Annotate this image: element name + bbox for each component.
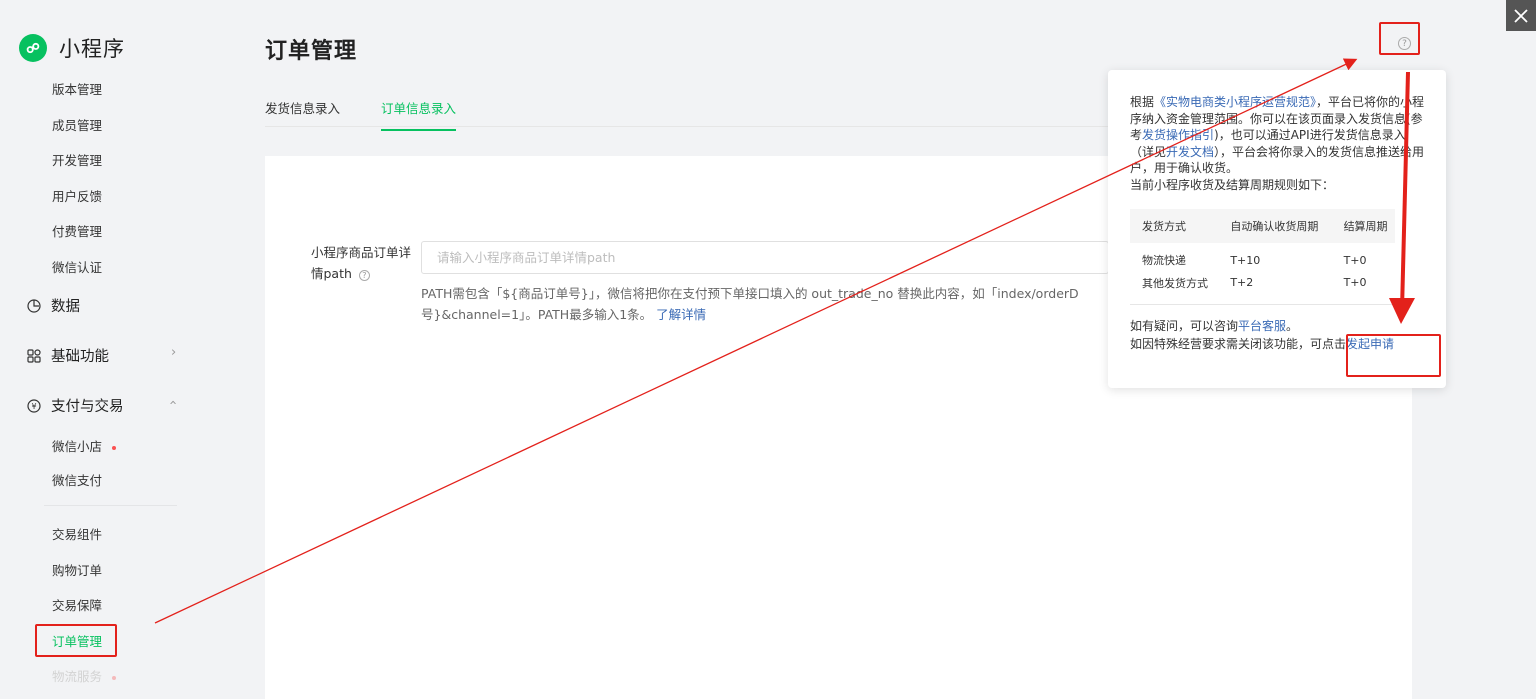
- hint-line: 号}&channel=1」。PATH最多输入1条。 了解详情: [421, 304, 1111, 325]
- chevron-up-icon: ›: [166, 399, 182, 406]
- customer-service-link[interactable]: 平台客服: [1238, 319, 1286, 333]
- tab-order-info[interactable]: 订单信息录入: [381, 98, 457, 131]
- text: 。: [1286, 319, 1299, 333]
- footer-line: 如有疑问，可以咨询平台客服。: [1130, 317, 1426, 335]
- clock-chart-icon: [26, 298, 42, 314]
- table-header: 发货方式: [1142, 220, 1186, 233]
- red-dot-badge: [112, 445, 117, 450]
- help-icon[interactable]: ?: [358, 270, 370, 281]
- hint-text: 号}&channel=1」。PATH最多输入1条。: [421, 307, 653, 322]
- sidebar-item-label: 物流服务: [52, 669, 103, 684]
- table-cell: T+0: [1343, 276, 1367, 289]
- yen-circle-icon: ¥: [26, 398, 42, 414]
- popover-divider: [1130, 304, 1395, 305]
- sidebar-item-label: 微信小店: [52, 439, 103, 454]
- close-icon[interactable]: [1506, 0, 1536, 31]
- chevron-right-icon: ›: [171, 345, 177, 360]
- shipping-guide-link[interactable]: 发货操作指引: [1142, 128, 1214, 142]
- operation-rules-link[interactable]: 《实物电商类小程序运营规范》: [1154, 95, 1316, 109]
- table-cell: T+10: [1230, 253, 1261, 267]
- sidebar-item-logistics[interactable]: 物流服务: [52, 666, 117, 685]
- order-path-label: 小程序商品订单详情path ?: [311, 242, 411, 284]
- sidebar-item-wechat-auth[interactable]: 微信认证: [52, 257, 102, 276]
- table-cell: 其他发货方式: [1142, 276, 1208, 290]
- text: 如因特殊经营要求需关闭该功能，可点击: [1130, 337, 1347, 351]
- page-title: 订单管理: [265, 39, 358, 64]
- settlement-table: 发货方式 自动确认收货周期 结算周期 物流快递 T+10 T+0 其他发货方式 …: [1130, 209, 1395, 294]
- red-dot-badge: [112, 675, 117, 680]
- sidebar-item-feedback[interactable]: 用户反馈: [52, 186, 102, 205]
- sidebar: 小程序 版本管理 成员管理 开发管理 用户反馈 付费管理 微信认证 数据 基础功…: [0, 0, 212, 699]
- annotation-box-submit-request: [1346, 334, 1441, 377]
- sidebar-item-label: 基础功能: [51, 349, 109, 365]
- table-cell: 物流快递: [1142, 254, 1186, 267]
- sidebar-item-version[interactable]: 版本管理: [52, 79, 102, 98]
- sidebar-item-basic[interactable]: 基础功能 ›: [26, 345, 206, 366]
- table-header-row: 发货方式 自动确认收货周期 结算周期: [1130, 209, 1395, 243]
- sidebar-item-members[interactable]: 成员管理: [52, 115, 102, 134]
- text: 如有疑问，可以咨询: [1130, 319, 1239, 333]
- dev-docs-link[interactable]: 开发文档: [1166, 145, 1214, 159]
- svg-text:¥: ¥: [31, 402, 36, 411]
- learn-more-link[interactable]: 了解详情: [656, 307, 706, 322]
- tab-shipping-info[interactable]: 发货信息录入: [265, 98, 340, 129]
- sidebar-item-payment[interactable]: ¥ 支付与交易 ›: [26, 395, 206, 416]
- sidebar-item-trade-guarantee[interactable]: 交易保障: [52, 595, 102, 614]
- table-cell: T+0: [1343, 253, 1367, 267]
- sidebar-item-label: 数据: [51, 299, 80, 315]
- table-row: 其他发货方式 T+2 T+0: [1130, 271, 1395, 294]
- text: 当前小程序收货及结算周期规则如下：: [1130, 177, 1335, 192]
- sidebar-item-label: 支付与交易: [51, 399, 124, 415]
- popover-description: 根据《实物电商类小程序运营规范》，平台已将你的小程序纳入资金管理范围。你可以在该…: [1130, 94, 1426, 193]
- hint-line: PATH需包含「${商品订单号}」，微信将把你在支付预下单接口填入的 out_t…: [421, 286, 1079, 301]
- grid-icon: [26, 348, 42, 364]
- sidebar-item-dev[interactable]: 开发管理: [52, 150, 102, 169]
- annotation-box-order-management: [35, 624, 117, 657]
- text: 根据: [1130, 95, 1155, 109]
- sidebar-item-wechat-shop[interactable]: 微信小店: [52, 436, 117, 455]
- annotation-box-help: [1379, 22, 1420, 55]
- mini-program-logo-icon: [19, 34, 47, 62]
- sidebar-item-shopping-orders[interactable]: 购物订单: [52, 560, 102, 579]
- order-path-hint: PATH需包含「${商品订单号}」，微信将把你在支付预下单接口填入的 out_t…: [421, 283, 1111, 325]
- table-header: 结算周期: [1343, 220, 1388, 233]
- brand[interactable]: 小程序: [19, 33, 125, 63]
- sidebar-item-billing[interactable]: 付费管理: [52, 221, 102, 240]
- table-header: 自动确认收货周期: [1230, 220, 1319, 233]
- table-row: 物流快递 T+10 T+0: [1130, 243, 1395, 271]
- order-path-input[interactable]: [421, 241, 1109, 274]
- sidebar-item-trade-component[interactable]: 交易组件: [52, 524, 102, 543]
- sidebar-item-data[interactable]: 数据: [26, 295, 80, 316]
- sidebar-divider: [44, 505, 177, 506]
- table-cell: T+2: [1230, 276, 1254, 289]
- brand-name: 小程序: [59, 37, 125, 61]
- sidebar-item-wechat-pay[interactable]: 微信支付: [52, 470, 102, 489]
